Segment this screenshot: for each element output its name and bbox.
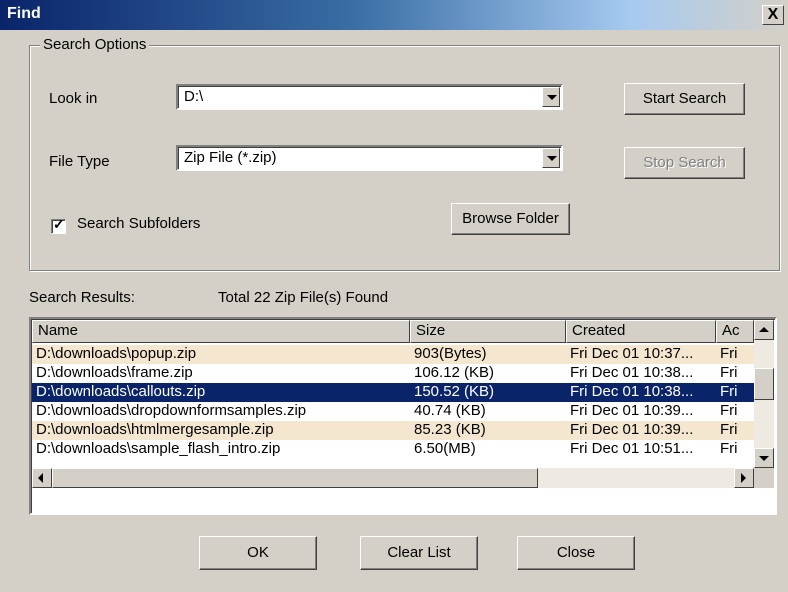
vertical-scroll-thumb[interactable] (754, 368, 774, 400)
scroll-up-button[interactable] (754, 320, 774, 340)
cell-size: 6.50(MB) (414, 440, 476, 457)
file-type-label: File Type (49, 153, 110, 170)
file-type-value: Zip File (*.zip) (184, 149, 277, 166)
file-type-dropdown-button[interactable] (542, 148, 560, 168)
look-in-dropdown-button[interactable] (542, 87, 560, 107)
column-header-created[interactable]: Created (566, 320, 716, 343)
table-row-selected[interactable]: D:\downloads\callouts.zip 150.52 (KB) Fr… (32, 383, 754, 402)
scroll-left-button[interactable] (32, 468, 52, 488)
look-in-value: D:\ (184, 88, 204, 105)
cell-name: D:\downloads\popup.zip (36, 345, 197, 362)
horizontal-scroll-thumb[interactable] (52, 468, 538, 488)
scroll-down-button[interactable] (754, 448, 774, 468)
ok-button[interactable]: OK (199, 536, 317, 570)
column-header-size[interactable]: Size (410, 320, 566, 343)
horizontal-scrollbar[interactable] (32, 468, 754, 488)
close-button[interactable]: Close (517, 536, 635, 570)
browse-folder-label: Browse Folder (462, 210, 559, 227)
arrow-down-icon (759, 456, 769, 461)
clear-list-button[interactable]: Clear List (360, 536, 478, 570)
scrollbar-corner (754, 468, 774, 488)
results-header: Name Size Created Ac (32, 320, 754, 343)
cell-created: Fri Dec 01 10:38... (570, 383, 694, 400)
start-search-button[interactable]: Start Search (624, 83, 745, 115)
cell-accessed: Fri (720, 402, 738, 419)
look-in-combo[interactable]: D:\ (176, 84, 563, 110)
clear-list-label: Clear List (387, 544, 451, 561)
ok-label: OK (247, 544, 269, 561)
cell-accessed: Fri (720, 421, 738, 438)
search-subfolders-label[interactable]: Search Subfolders (77, 215, 200, 232)
start-search-label: Start Search (642, 90, 727, 107)
vertical-scrollbar[interactable] (754, 320, 774, 468)
window-title: Find (7, 5, 41, 22)
chevron-down-icon (547, 156, 557, 161)
arrow-left-icon (38, 473, 43, 483)
stop-search-button[interactable]: Stop Search (624, 147, 745, 179)
file-type-combo[interactable]: Zip File (*.zip) (176, 145, 563, 171)
cell-created: Fri Dec 01 10:39... (570, 421, 694, 438)
cell-created: Fri Dec 01 10:37... (570, 345, 694, 362)
cell-name: D:\downloads\dropdownformsamples.zip (36, 402, 307, 419)
search-results-label: Search Results: (29, 289, 135, 306)
search-subfolders-checkbox[interactable]: ✓ (51, 216, 66, 234)
cell-accessed: Fri (720, 364, 738, 381)
table-row[interactable]: D:\downloads\frame.zip 106.12 (KB) Fri D… (32, 364, 754, 383)
table-row[interactable]: D:\downloads\sample_flash_intro.zip 6.50… (32, 440, 754, 459)
cell-accessed: Fri (720, 440, 738, 457)
column-header-name[interactable]: Name (32, 320, 410, 343)
checkmark-icon: ✓ (53, 216, 65, 232)
results-list[interactable]: Name Size Created Ac D:\downloads\popup.… (29, 317, 777, 515)
cell-name: D:\downloads\htmlmergesample.zip (36, 421, 274, 438)
search-options-legend: Search Options (40, 36, 150, 53)
arrow-up-icon (759, 327, 769, 332)
cell-size: 85.23 (KB) (414, 421, 486, 438)
find-dialog: Find X Search Options Look in D:\ Start … (0, 0, 788, 592)
cell-name: D:\downloads\sample_flash_intro.zip (36, 440, 281, 457)
column-header-accessed[interactable]: Ac (716, 320, 754, 343)
title-bar[interactable]: Find X (0, 0, 788, 30)
cell-accessed: Fri (720, 345, 738, 362)
browse-folder-button[interactable]: Browse Folder (451, 203, 570, 235)
results-summary: Total 22 Zip File(s) Found (218, 289, 389, 306)
cell-created: Fri Dec 01 10:38... (570, 364, 694, 381)
cell-size: 106.12 (KB) (414, 364, 495, 381)
arrow-right-icon (741, 473, 746, 483)
close-icon: X (767, 6, 779, 23)
table-row[interactable]: D:\downloads\popup.zip 903(Bytes) Fri De… (32, 345, 754, 364)
close-window-button[interactable]: X (762, 5, 784, 25)
stop-search-label: Stop Search (643, 154, 726, 171)
look-in-label: Look in (49, 90, 98, 107)
cell-name: D:\downloads\callouts.zip (36, 383, 206, 400)
cell-name: D:\downloads\frame.zip (36, 364, 193, 381)
cell-accessed: Fri (720, 383, 738, 400)
cell-size: 903(Bytes) (414, 345, 487, 362)
table-row[interactable]: D:\downloads\dropdownformsamples.zip 40.… (32, 402, 754, 421)
chevron-down-icon (547, 95, 557, 100)
table-row[interactable]: D:\downloads\htmlmergesample.zip 85.23 (… (32, 421, 754, 440)
cell-created: Fri Dec 01 10:51... (570, 440, 694, 457)
scroll-right-button[interactable] (734, 468, 754, 488)
cell-size: 40.74 (KB) (414, 402, 486, 419)
cell-created: Fri Dec 01 10:39... (570, 402, 694, 419)
cell-size: 150.52 (KB) (414, 383, 495, 400)
close-label: Close (556, 544, 596, 561)
